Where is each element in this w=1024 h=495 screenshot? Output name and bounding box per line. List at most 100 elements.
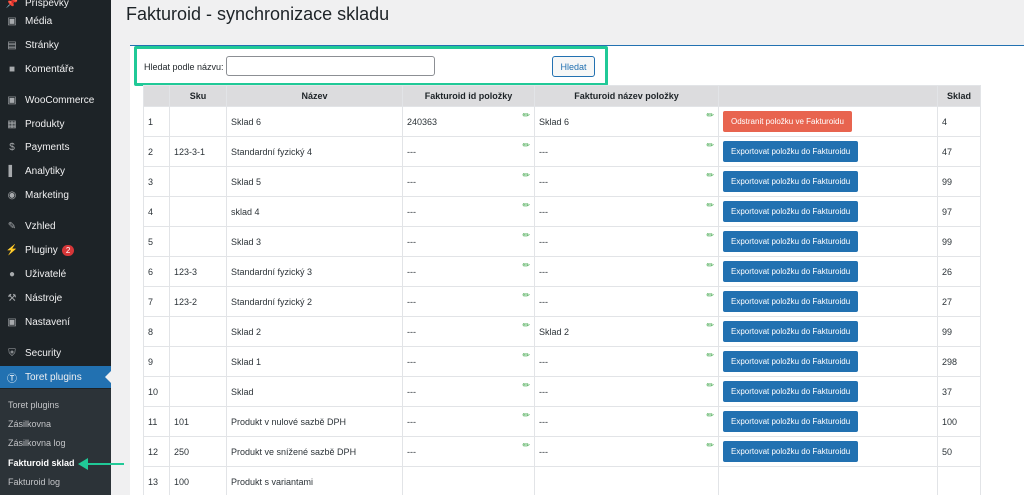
edit-pencil-icon[interactable]: ✏ bbox=[706, 170, 714, 181]
fakturoid-name-value: --- bbox=[539, 266, 548, 277]
sidebar-item-stranky[interactable]: ▤ Stránky bbox=[0, 34, 111, 56]
submenu-item-fakturoid-log[interactable]: Fakturoid log bbox=[8, 477, 60, 487]
cell-name: Sklad 6 bbox=[226, 106, 403, 137]
fakturoid-name-value: --- bbox=[539, 146, 548, 157]
sidebar-item-marketing[interactable]: ◉ Marketing bbox=[0, 184, 111, 206]
cell-fakturoid-id: --- ✏ bbox=[402, 256, 535, 287]
table-row: 1 Sklad 6 240363 ✏ Sklad 6 ✏ Odstranit položku… bbox=[143, 106, 981, 137]
cell-sku bbox=[169, 226, 227, 257]
cell-fakturoid-name: Sklad 2 ✏ bbox=[534, 316, 719, 347]
comments-icon: ■ bbox=[8, 63, 16, 75]
edit-pencil-icon[interactable]: ✏ bbox=[522, 320, 530, 331]
edit-pencil-icon[interactable]: ✏ bbox=[522, 380, 530, 391]
sidebar-item-security[interactable]: ⛨ Security bbox=[0, 342, 111, 364]
admin-sidebar: 📌 Příspěvky ▣ Média ▤ Stránky ■ Komentář… bbox=[0, 0, 111, 495]
export-to-fakturoid-button[interactable]: Exportovat položku do Fakturoidu bbox=[723, 291, 859, 312]
cell-action: Exportovat položku do Fakturoidu bbox=[718, 226, 938, 257]
fakturoid-name-value: --- bbox=[539, 386, 548, 397]
cell-stock: 37 bbox=[937, 376, 981, 407]
sidebar-item-toret-plugins[interactable]: Ⓣ Toret plugins bbox=[0, 366, 111, 388]
cell-fakturoid-id: --- ✏ bbox=[402, 436, 535, 467]
edit-pencil-icon[interactable]: ✏ bbox=[522, 260, 530, 271]
search-button[interactable]: Hledat bbox=[552, 56, 595, 77]
fakturoid-id-value: --- bbox=[407, 386, 416, 397]
edit-pencil-icon[interactable]: ✏ bbox=[522, 410, 530, 421]
fakturoid-id-value: --- bbox=[407, 446, 416, 457]
edit-pencil-icon[interactable]: ✏ bbox=[706, 260, 714, 271]
submenu-item-toret-plugins[interactable]: Toret plugins bbox=[8, 400, 59, 410]
fakturoid-name-value: --- bbox=[539, 206, 548, 217]
export-to-fakturoid-button[interactable]: Exportovat položku do Fakturoidu bbox=[723, 381, 859, 402]
cell-stock: 298 bbox=[937, 346, 981, 377]
sidebar-item-vzhled[interactable]: ✎ Vzhled bbox=[0, 215, 111, 237]
edit-pencil-icon[interactable]: ✏ bbox=[522, 170, 530, 181]
media-icon: ▣ bbox=[7, 15, 17, 27]
cell-name: Sklad 5 bbox=[226, 166, 403, 197]
edit-pencil-icon[interactable]: ✏ bbox=[706, 320, 714, 331]
edit-pencil-icon[interactable]: ✏ bbox=[706, 230, 714, 241]
sidebar-item-media[interactable]: ▣ Média bbox=[0, 10, 111, 32]
cell-fakturoid-name: --- ✏ bbox=[534, 196, 719, 227]
cell-fakturoid-name: Sklad 6 ✏ bbox=[534, 106, 719, 137]
edit-pencil-icon[interactable]: ✏ bbox=[522, 350, 530, 361]
export-to-fakturoid-button[interactable]: Exportovat položku do Fakturoidu bbox=[723, 321, 859, 342]
sidebar-item-produkty[interactable]: ▦ Produkty bbox=[0, 113, 111, 135]
remove-from-fakturoid-button[interactable]: Odstranit položku ve Fakturoidu bbox=[723, 111, 852, 132]
edit-pencil-icon[interactable]: ✏ bbox=[522, 230, 530, 241]
fakturoid-id-value: --- bbox=[407, 326, 416, 337]
sidebar-item-nastroje[interactable]: ⚒ Nástroje bbox=[0, 287, 111, 309]
edit-pencil-icon[interactable]: ✏ bbox=[706, 380, 714, 391]
edit-pencil-icon[interactable]: ✏ bbox=[706, 350, 714, 361]
export-to-fakturoid-button[interactable]: Exportovat položku do Fakturoidu bbox=[723, 141, 859, 162]
cell-action: Exportovat položku do Fakturoidu bbox=[718, 256, 938, 287]
search-input[interactable] bbox=[226, 56, 435, 76]
edit-pencil-icon[interactable]: ✏ bbox=[522, 110, 530, 121]
settings-icon: ▣ bbox=[7, 316, 17, 328]
sidebar-item-nastaveni[interactable]: ▣ Nastavení bbox=[0, 311, 111, 333]
col-header-fakturoid-name: Fakturoid název položky bbox=[534, 85, 719, 107]
submenu-item-zasilkovna-log[interactable]: Zásilkovna log bbox=[8, 438, 66, 448]
cell-name: Standardní fyzický 4 bbox=[226, 136, 403, 167]
payments-icon: $ bbox=[9, 141, 15, 153]
edit-pencil-icon[interactable]: ✏ bbox=[706, 200, 714, 211]
cell-name: Standardní fyzický 2 bbox=[226, 286, 403, 317]
export-to-fakturoid-button[interactable]: Exportovat položku do Fakturoidu bbox=[723, 201, 859, 222]
fakturoid-name-value: Sklad 6 bbox=[539, 116, 570, 127]
fakturoid-name-value: --- bbox=[539, 356, 548, 367]
edit-pencil-icon[interactable]: ✏ bbox=[706, 110, 714, 121]
cell-number: 11 bbox=[143, 406, 170, 437]
table-row: 9 Sklad 1 --- ✏ --- ✏ Exportovat položku do Fa… bbox=[143, 346, 981, 377]
cell-sku: 123-3 bbox=[169, 256, 227, 287]
edit-pencil-icon[interactable]: ✏ bbox=[522, 200, 530, 211]
edit-pencil-icon[interactable]: ✏ bbox=[522, 440, 530, 451]
submenu-item-zasilkovna[interactable]: Zásilkovna bbox=[8, 419, 51, 429]
cell-sku: 123-2 bbox=[169, 286, 227, 317]
fakturoid-id-value: --- bbox=[407, 146, 416, 157]
edit-pencil-icon[interactable]: ✏ bbox=[706, 440, 714, 451]
sidebar-item-komentare[interactable]: ■ Komentáře bbox=[0, 58, 111, 80]
export-to-fakturoid-button[interactable]: Exportovat položku do Fakturoidu bbox=[723, 231, 859, 252]
export-to-fakturoid-button[interactable]: Exportovat položku do Fakturoidu bbox=[723, 411, 859, 432]
sidebar-item-uzivatele[interactable]: ● Uživatelé bbox=[0, 263, 111, 285]
sidebar-item-payments[interactable]: $ Payments bbox=[0, 136, 111, 158]
edit-pencil-icon[interactable]: ✏ bbox=[522, 140, 530, 151]
fakturoid-id-value: --- bbox=[407, 206, 416, 217]
edit-pencil-icon[interactable]: ✏ bbox=[706, 140, 714, 151]
export-to-fakturoid-button[interactable]: Exportovat položku do Fakturoidu bbox=[723, 171, 859, 192]
edit-pencil-icon[interactable]: ✏ bbox=[706, 290, 714, 301]
submenu-item-fakturoid-sklad[interactable]: Fakturoid sklad bbox=[8, 458, 75, 468]
fakturoid-id-value: --- bbox=[407, 236, 416, 247]
cell-sku: 100 bbox=[169, 466, 227, 495]
export-to-fakturoid-button[interactable]: Exportovat položku do Fakturoidu bbox=[723, 261, 859, 282]
sidebar-item-pluginy[interactable]: ⚡ Pluginy 2 bbox=[0, 239, 111, 261]
cell-number: 8 bbox=[143, 316, 170, 347]
sidebar-item-analytiky[interactable]: ▌ Analytiky bbox=[0, 160, 111, 182]
cell-stock: 27 bbox=[937, 286, 981, 317]
edit-pencil-icon[interactable]: ✏ bbox=[706, 410, 714, 421]
export-to-fakturoid-button[interactable]: Exportovat položku do Fakturoidu bbox=[723, 351, 859, 372]
cell-action: Odstranit položku ve Fakturoidu bbox=[718, 106, 938, 137]
cell-fakturoid-id bbox=[402, 466, 535, 495]
edit-pencil-icon[interactable]: ✏ bbox=[522, 290, 530, 301]
sidebar-item-woocommerce[interactable]: ▣ WooCommerce bbox=[0, 89, 111, 111]
export-to-fakturoid-button[interactable]: Exportovat položku do Fakturoidu bbox=[723, 441, 859, 462]
